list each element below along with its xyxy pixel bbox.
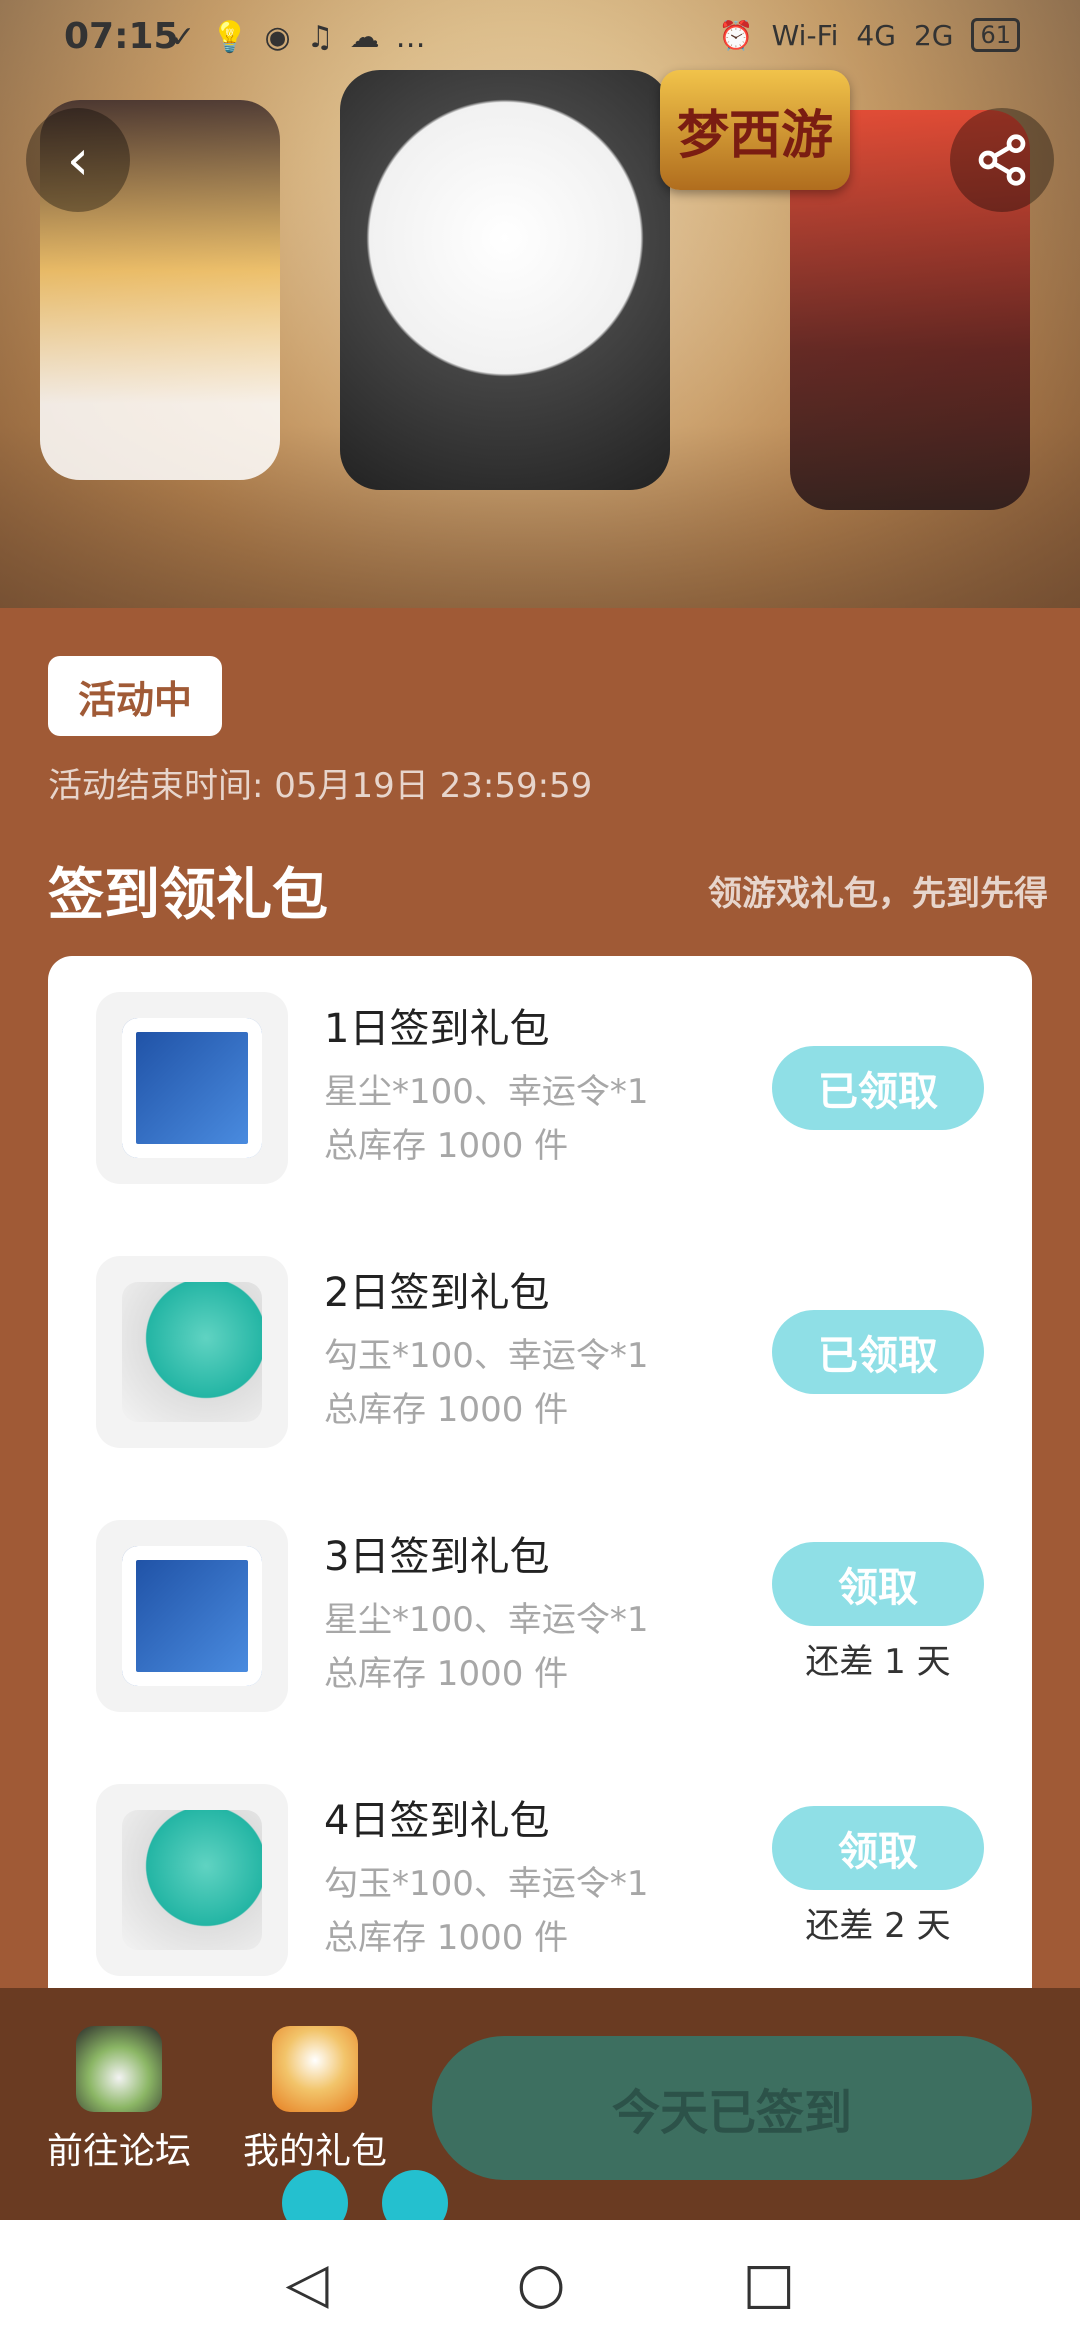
claimed-button[interactable]: 已领取 bbox=[772, 1046, 984, 1130]
claim-button[interactable]: 领取 bbox=[772, 1806, 984, 1890]
gift-box-icon bbox=[272, 2026, 358, 2112]
notification-icon: ☁ bbox=[349, 20, 380, 55]
section-subtitle: 领游戏礼包，先到先得 bbox=[708, 874, 1048, 914]
end-time-text: 活动结束时间: 05月19日 23:59:59 bbox=[48, 766, 593, 806]
notification-icons: ✓ 💡 ◉ ♫ ☁ … bbox=[170, 20, 426, 55]
forum-label: 前往论坛 bbox=[46, 2131, 191, 2172]
gift-list: 1日签到礼包 星尘*100、幸运令*1 总库存 1000 件 已领取 2日签到礼… bbox=[48, 956, 1032, 1988]
gift-stock: 总库存 1000 件 bbox=[324, 1918, 569, 1958]
share-button[interactable] bbox=[950, 108, 1054, 212]
chevron-left-icon: ‹ bbox=[66, 127, 90, 193]
remaining-days: 还差 1 天 bbox=[805, 1642, 951, 1682]
bottom-action-bar: 前往论坛 我的礼包 今天已签到 bbox=[0, 1988, 1080, 2220]
gift-stock: 总库存 1000 件 bbox=[324, 1654, 569, 1694]
remaining-days: 还差 2 天 bbox=[805, 1906, 951, 1946]
nav-home-icon[interactable]: ○ bbox=[506, 2248, 576, 2318]
section-title: 签到领礼包 bbox=[48, 863, 328, 928]
gift-title: 1日签到礼包 bbox=[324, 1006, 550, 1052]
stardust-chest-icon bbox=[122, 1018, 262, 1158]
notification-icon: … bbox=[395, 20, 426, 55]
gift-description: 星尘*100、幸运令*1 bbox=[324, 1072, 649, 1112]
gift-title: 3日签到礼包 bbox=[324, 1534, 550, 1580]
gift-thumbnail bbox=[96, 1256, 288, 1448]
activity-content: 活动中 活动结束时间: 05月19日 23:59:59 签到领礼包 领游戏礼包，… bbox=[0, 608, 1080, 1988]
forum-icon bbox=[76, 2026, 162, 2112]
nav-recent-icon[interactable]: □ bbox=[734, 2248, 804, 2318]
character-panda-art bbox=[340, 70, 670, 490]
signal-2g-icon: 2G bbox=[913, 18, 954, 52]
signed-today-button[interactable]: 今天已签到 bbox=[432, 2036, 1032, 2180]
gift-title: 2日签到礼包 bbox=[324, 1270, 550, 1316]
battery-indicator: 61 bbox=[971, 18, 1020, 52]
system-nav-bar: ◁ ○ □ bbox=[0, 2220, 1080, 2340]
forum-tab[interactable]: 前往论坛 bbox=[24, 2026, 214, 2174]
notification-icon: ♫ bbox=[306, 20, 334, 55]
gift-thumbnail bbox=[96, 1784, 288, 1976]
gift-title: 4日签到礼包 bbox=[324, 1798, 550, 1844]
stardust-chest-icon bbox=[122, 1546, 262, 1686]
jade-icon bbox=[122, 1282, 262, 1422]
game-logo: 梦西游 bbox=[660, 70, 850, 190]
claim-button[interactable]: 领取 bbox=[772, 1542, 984, 1626]
gift-row: 4日签到礼包 勾玉*100、幸运令*1 总库存 1000 件 领取 还差 2 天 bbox=[48, 1748, 1032, 1988]
status-bar: 07:15 ✓ 💡 ◉ ♫ ☁ … ⏰ Wi‑Fi 4G 2G 61 bbox=[0, 0, 1080, 70]
my-gifts-tab[interactable]: 我的礼包 bbox=[220, 2026, 410, 2174]
wifi-icon: Wi‑Fi bbox=[771, 18, 839, 52]
gift-thumbnail bbox=[96, 992, 288, 1184]
notification-icon: 💡 bbox=[211, 20, 249, 55]
share-icon bbox=[978, 134, 1026, 186]
back-button[interactable]: ‹ bbox=[26, 108, 130, 212]
my-gifts-label: 我的礼包 bbox=[242, 2131, 387, 2172]
gift-stock: 总库存 1000 件 bbox=[324, 1126, 569, 1166]
gift-description: 勾玉*100、幸运令*1 bbox=[324, 1336, 649, 1376]
claimed-button[interactable]: 已领取 bbox=[772, 1310, 984, 1394]
signal-4g-icon: 4G bbox=[856, 18, 896, 52]
alarm-icon: ⏰ bbox=[718, 18, 754, 52]
gift-row: 3日签到礼包 星尘*100、幸运令*1 总库存 1000 件 领取 还差 1 天 bbox=[48, 1484, 1032, 1748]
gift-description: 星尘*100、幸运令*1 bbox=[324, 1600, 649, 1640]
gift-row: 1日签到礼包 星尘*100、幸运令*1 总库存 1000 件 已领取 bbox=[48, 956, 1032, 1220]
notification-icon: ◉ bbox=[264, 20, 291, 55]
nav-back-icon[interactable]: ◁ bbox=[272, 2248, 342, 2318]
gift-stock: 总库存 1000 件 bbox=[324, 1390, 569, 1430]
status-time: 07:15 bbox=[64, 16, 179, 57]
gift-thumbnail bbox=[96, 1520, 288, 1712]
status-right: ⏰ Wi‑Fi 4G 2G 61 bbox=[719, 18, 1020, 52]
gift-row: 2日签到礼包 勾玉*100、幸运令*1 总库存 1000 件 已领取 bbox=[48, 1220, 1032, 1484]
gift-description: 勾玉*100、幸运令*1 bbox=[324, 1864, 649, 1904]
notification-icon: ✓ bbox=[170, 20, 196, 55]
status-badge: 活动中 bbox=[48, 656, 222, 736]
jade-icon bbox=[122, 1810, 262, 1950]
game-banner: 梦西游 07:15 ✓ 💡 ◉ ♫ ☁ … ⏰ Wi‑Fi 4G 2G 61 ‹ bbox=[0, 0, 1080, 608]
